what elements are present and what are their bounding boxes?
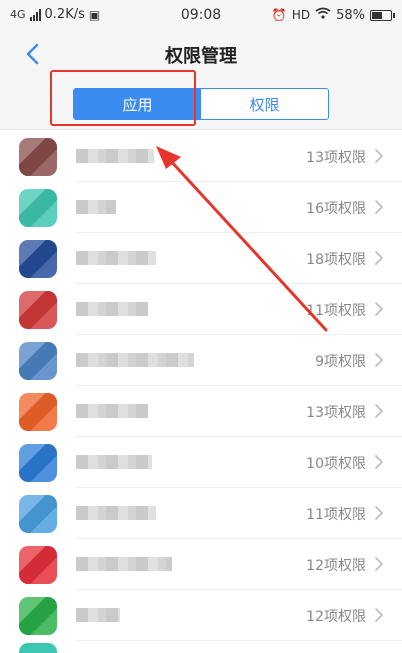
permission-count: 12项权限 — [306, 609, 366, 625]
list-item[interactable]: 交通银行 18项权限 — [0, 233, 402, 284]
chevron-right-icon — [375, 455, 383, 469]
battery-percent: 58% — [336, 7, 365, 23]
annotation-highlight-box — [50, 70, 196, 126]
permission-count: 11项权限 — [306, 507, 366, 523]
app-icon — [19, 495, 57, 533]
chevron-right-icon — [375, 404, 383, 418]
permission-count: 18项权限 — [306, 252, 366, 268]
permission-count: 13项权限 — [306, 405, 366, 421]
row-divider — [76, 640, 402, 641]
app-icon — [19, 393, 57, 431]
permission-count: 12项权限 — [306, 558, 366, 574]
list-item[interactable]: ······ 12项权限 — [0, 539, 402, 590]
app-icon — [19, 342, 57, 380]
chevron-right-icon — [375, 608, 383, 622]
permission-count: 13项权限 — [306, 150, 366, 166]
battery-icon — [370, 9, 395, 21]
chevron-right-icon — [375, 353, 383, 367]
permission-count: 11项权限 — [306, 303, 366, 319]
list-item[interactable]: ·· 12项权限 — [0, 590, 402, 641]
alarm-icon: ⏰ — [271, 8, 287, 22]
app-icon — [19, 643, 57, 653]
list-item[interactable]: ···· 10项权限 — [0, 437, 402, 488]
chevron-right-icon — [375, 251, 383, 265]
wifi-icon — [315, 7, 331, 23]
list-item[interactable]: ··助 11项权限 — [0, 284, 402, 335]
tab-permissions[interactable]: 权限 — [201, 89, 328, 119]
hd-label: HD — [291, 8, 311, 22]
partial-list-item — [0, 643, 402, 653]
permission-count: 10项权限 — [306, 456, 366, 472]
app-icon — [19, 138, 57, 176]
chevron-right-icon — [375, 200, 383, 214]
chevron-right-icon — [375, 506, 383, 520]
app-icon — [19, 291, 57, 329]
app-name: ···· — [76, 455, 152, 469]
list-item[interactable]: ···软件 13项权限 — [0, 131, 402, 182]
app-name: ······ — [76, 557, 172, 571]
app-name: ·· — [76, 608, 120, 622]
app-icon — [19, 444, 57, 482]
app-name: ··快 — [76, 200, 116, 214]
app-name: 交通银行 — [76, 251, 156, 265]
app-list: ···软件13项权限··快16项权限交通银行18项权限··助11项权限·····… — [0, 131, 402, 641]
app-icon — [19, 189, 57, 227]
app-name: ···软件 — [76, 149, 154, 163]
list-item[interactable]: ···· 13项权限 — [0, 386, 402, 437]
app-name: ···· — [76, 404, 148, 418]
list-item[interactable]: ······· 9项权限 — [0, 335, 402, 386]
status-right: ⏰ HD 58% — [271, 7, 395, 23]
chevron-right-icon — [375, 557, 383, 571]
permission-count: 9项权限 — [315, 354, 366, 370]
status-bar: 4G 0.2K/s ▣ 09:08 ⏰ HD 58% — [0, 0, 402, 30]
list-item[interactable]: 交通银行 11项权限 — [0, 488, 402, 539]
app-name: ··助 — [76, 302, 148, 316]
permission-count: 16项权限 — [306, 201, 366, 217]
list-item[interactable]: ··快 16项权限 — [0, 182, 402, 233]
chevron-right-icon — [375, 149, 383, 163]
app-name: 交通银行 — [76, 506, 156, 520]
page-title: 权限管理 — [165, 46, 237, 67]
app-icon — [19, 240, 57, 278]
chevron-right-icon — [375, 302, 383, 316]
app-icon — [19, 546, 57, 584]
app-name: ······· — [76, 353, 194, 367]
app-icon — [19, 597, 57, 635]
